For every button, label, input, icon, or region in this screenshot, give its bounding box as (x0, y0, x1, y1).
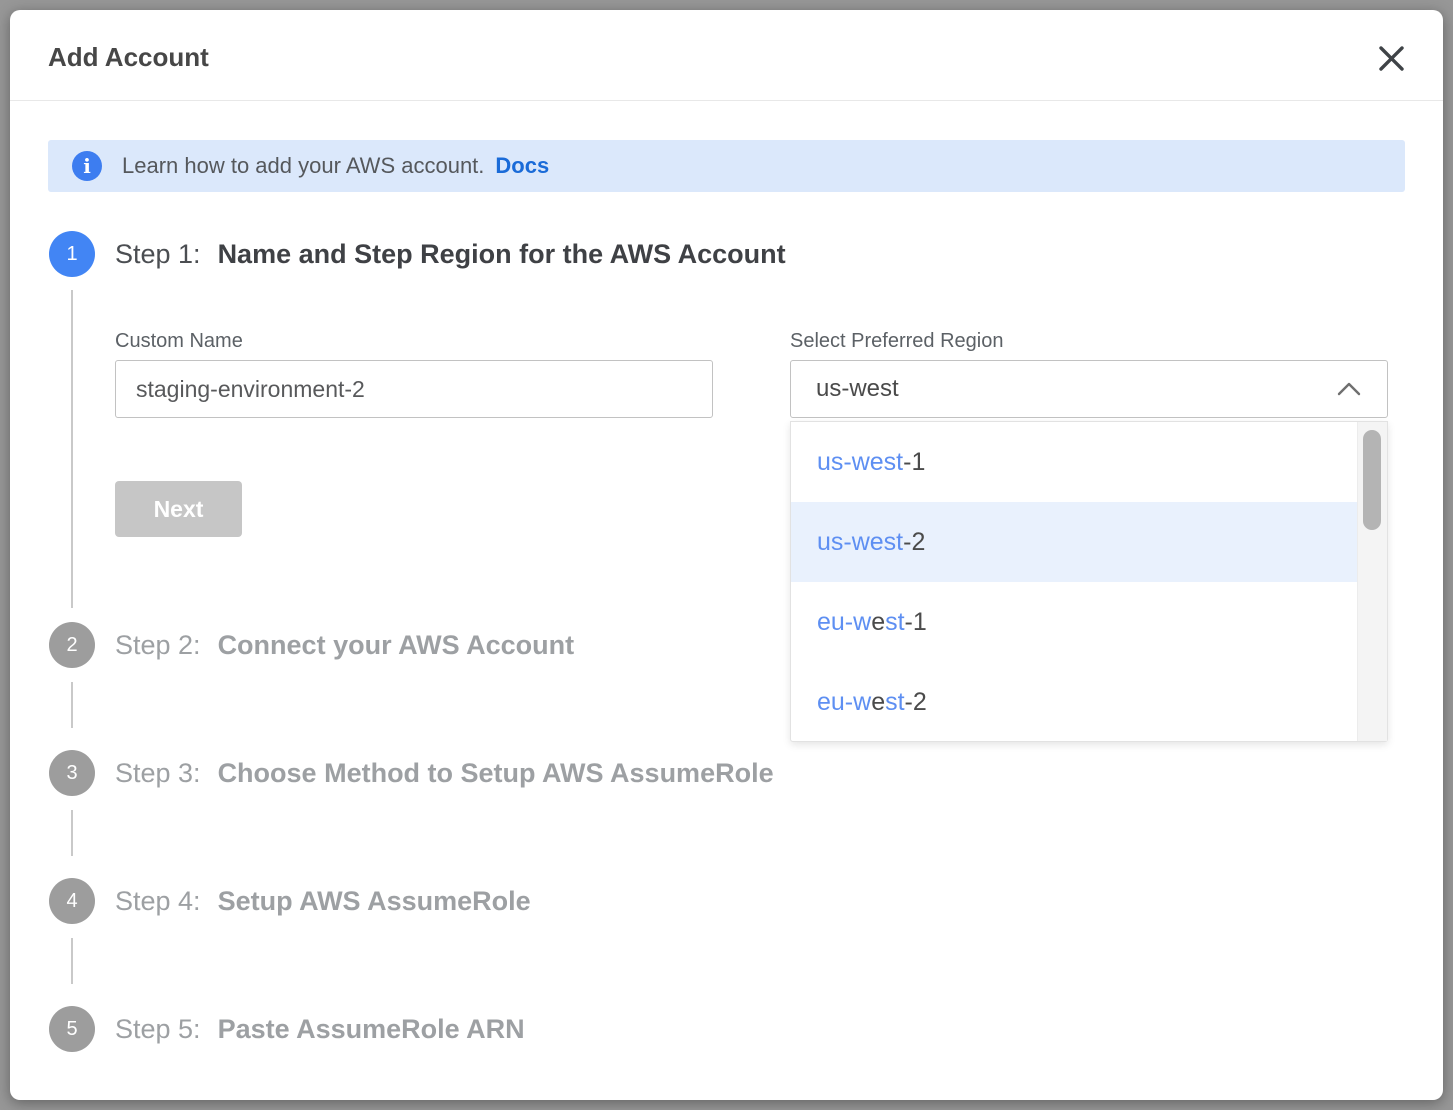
step-1-header[interactable]: Step 1: Name and Step Region for the AWS… (115, 231, 786, 277)
option-text-segment: e (871, 608, 885, 637)
step-5-indicator: 5 (49, 1006, 95, 1052)
step-3-label: Step 3: (115, 758, 201, 789)
region-option[interactable]: us-west-1 (791, 422, 1357, 502)
step-connector (71, 938, 73, 984)
chevron-up-icon (1337, 382, 1361, 396)
step-4-label: Step 4: (115, 886, 201, 917)
step-4-title: Setup AWS AssumeRole (218, 886, 531, 917)
step-5-title: Paste AssumeRole ARN (218, 1014, 525, 1045)
region-dropdown-panel: us-west-1us-west-2eu-west-1eu-west-2 (790, 421, 1388, 742)
step-3-indicator: 3 (49, 750, 95, 796)
step-2-label: Step 2: (115, 630, 201, 661)
close-icon (1378, 45, 1405, 72)
option-text-segment: -1 (905, 608, 927, 637)
region-option[interactable]: eu-west-2 (791, 662, 1357, 742)
step-connector (71, 290, 73, 608)
region-combobox (790, 360, 1388, 418)
next-button[interactable]: Next (115, 481, 242, 537)
step-1-label: Step 1: (115, 239, 201, 270)
region-input[interactable] (790, 360, 1388, 418)
region-option[interactable]: eu-west-1 (791, 582, 1357, 662)
step-connector (71, 682, 73, 728)
option-text-segment: us-west (817, 528, 903, 557)
step-2-indicator: 2 (49, 622, 95, 668)
option-text-segment: -1 (903, 448, 925, 477)
close-button[interactable] (1369, 36, 1413, 80)
step-4-indicator: 4 (49, 878, 95, 924)
step-1-title: Name and Step Region for the AWS Account (218, 239, 786, 270)
step-5-header[interactable]: Step 5: Paste AssumeRole ARN (115, 1006, 525, 1052)
option-text-segment: st (885, 608, 904, 637)
info-banner: i Learn how to add your AWS account. Doc… (48, 140, 1405, 192)
scrollbar-track[interactable] (1357, 422, 1387, 741)
option-text-segment: -2 (905, 688, 927, 717)
step-connector (71, 810, 73, 856)
region-option-list: us-west-1us-west-2eu-west-1eu-west-2 (791, 422, 1357, 741)
option-text-segment: st (885, 688, 904, 717)
info-icon: i (72, 151, 102, 181)
option-text-segment: eu-w (817, 688, 871, 717)
custom-name-input[interactable] (115, 360, 713, 418)
option-text-segment: -2 (903, 528, 925, 557)
region-option[interactable]: us-west-2 (791, 502, 1357, 582)
scrollbar-thumb[interactable] (1363, 430, 1381, 530)
step-1-indicator: 1 (49, 231, 95, 277)
option-text-segment: e (871, 688, 885, 717)
banner-text: Learn how to add your AWS account. (122, 153, 484, 179)
step-2-title: Connect your AWS Account (218, 630, 575, 661)
step-3-title: Choose Method to Setup AWS AssumeRole (218, 758, 774, 789)
step-5-label: Step 5: (115, 1014, 201, 1045)
custom-name-label: Custom Name (115, 330, 243, 353)
step-4-header[interactable]: Step 4: Setup AWS AssumeRole (115, 878, 531, 924)
region-label: Select Preferred Region (790, 330, 1003, 353)
step-3-header[interactable]: Step 3: Choose Method to Setup AWS Assum… (115, 750, 774, 796)
collapse-dropdown-button[interactable] (1336, 376, 1362, 402)
option-text-segment: eu-w (817, 608, 871, 637)
add-account-modal: Add Account i Learn how to add your AWS … (10, 10, 1443, 1100)
docs-link[interactable]: Docs (495, 153, 549, 179)
header-divider (10, 100, 1443, 101)
option-text-segment: us-west (817, 448, 903, 477)
step-2-header[interactable]: Step 2: Connect your AWS Account (115, 622, 574, 668)
modal-title: Add Account (48, 42, 209, 73)
